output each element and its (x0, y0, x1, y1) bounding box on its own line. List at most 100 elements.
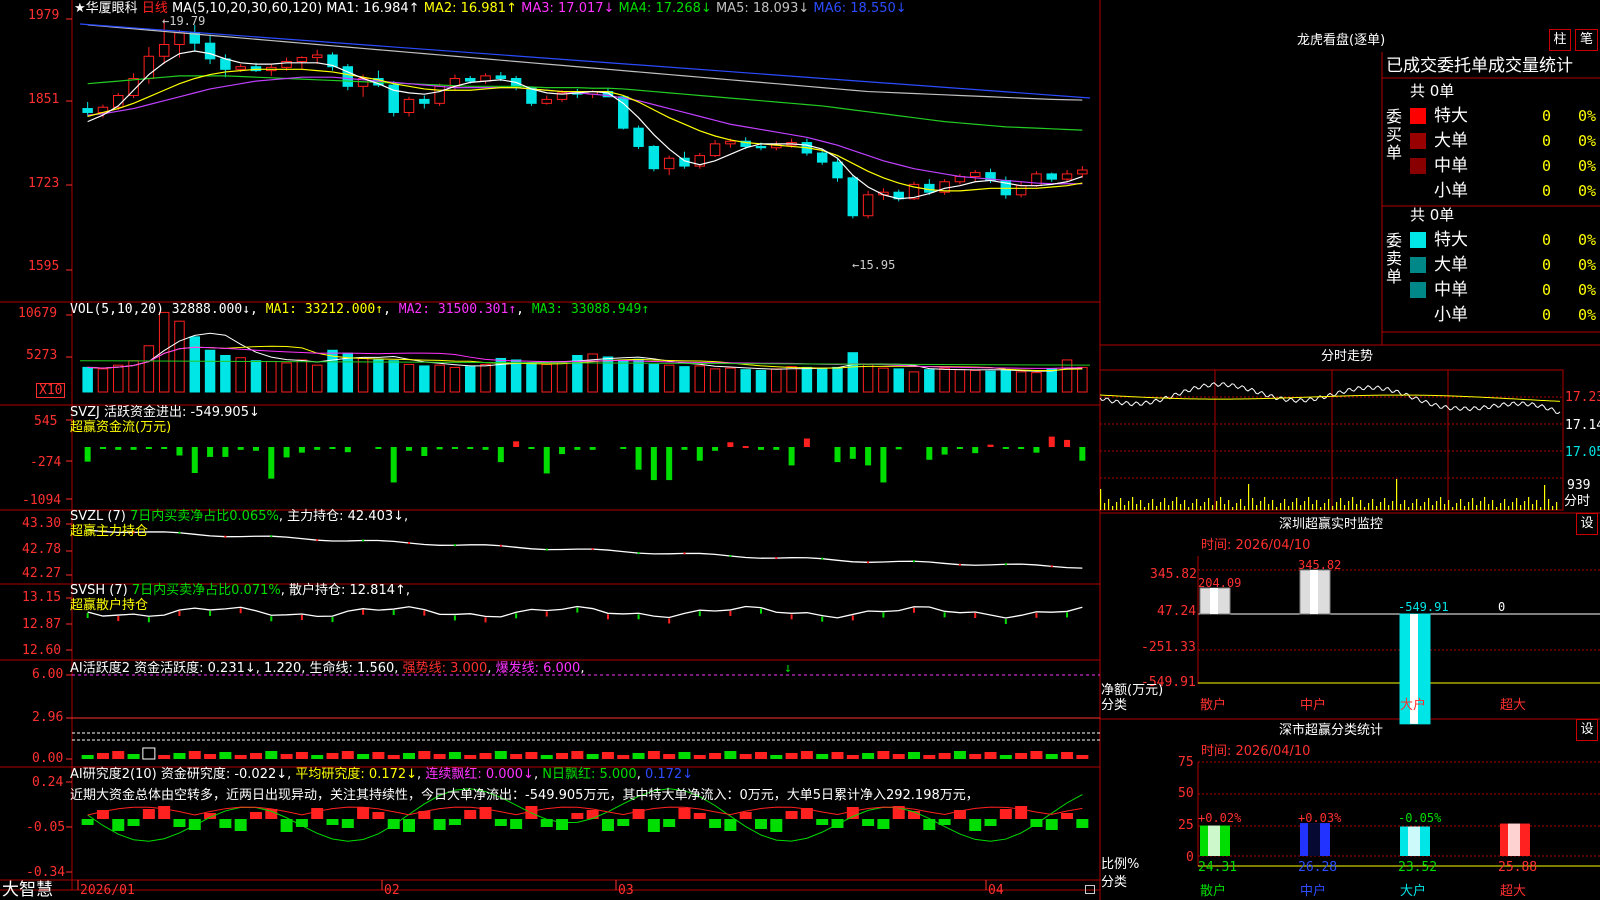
intraday-vol-bar (1396, 479, 1398, 510)
svzl-marker (499, 544, 502, 547)
svsh-marker (484, 617, 487, 623)
ai1-bar (923, 755, 936, 759)
svzl-marker (913, 560, 916, 563)
svzj-bar (497, 447, 504, 463)
intraday-vol-bar (1528, 497, 1530, 510)
intraday-vol-bar (1148, 503, 1150, 510)
intraday-vol-bar (1516, 498, 1518, 510)
intraday-vol-bar (1160, 502, 1162, 510)
ai1-bar (510, 754, 523, 759)
legend-swatch (1410, 133, 1426, 149)
svzj-bar (130, 447, 137, 450)
svzl-marker (270, 535, 273, 538)
ai1-bar (739, 754, 752, 759)
ai1-bar (479, 753, 492, 759)
svsh-marker (239, 608, 242, 614)
ai1-bar (984, 752, 997, 759)
volume-bar (618, 359, 629, 393)
svzj-bar (880, 447, 887, 483)
k-y-label-1: 1979 (28, 8, 60, 23)
szc-value-1: 26.28 (1298, 860, 1338, 875)
ai1-bar (754, 752, 767, 759)
szm-category-3: 超大 (1500, 698, 1527, 713)
ai2-bar (709, 819, 722, 828)
volume-bar (878, 367, 889, 393)
ai1-bar (540, 755, 553, 759)
intraday-vol-bar (1404, 500, 1406, 510)
ai1-bar (846, 755, 859, 759)
intraday-vol-bar (1372, 499, 1374, 510)
ai1-bar (1076, 755, 1089, 759)
szc-bar-highlight (1208, 825, 1220, 856)
candle-body (1046, 173, 1057, 180)
favorite-star-icon[interactable]: ★ (74, 1, 86, 16)
candle-body (969, 172, 981, 178)
vol-unit-badge[interactable]: X10 (36, 383, 66, 398)
svsh-marker (1066, 612, 1069, 618)
ai2-bar (464, 810, 477, 819)
intraday-vol-bar (1224, 504, 1226, 510)
intraday-vol-bar (1484, 497, 1486, 510)
ai1-bar (862, 753, 875, 759)
ai1-bar (693, 755, 706, 759)
szc-pct-1: +0.03% (1298, 811, 1342, 825)
intraday-vol-bar (1188, 507, 1190, 510)
svzj-bar (635, 447, 642, 470)
intraday-title: 分时走势 (1321, 349, 1374, 364)
svzj-bar (895, 447, 902, 450)
intraday-vol-bar (1464, 506, 1466, 510)
intraday-vol-bar (1348, 501, 1350, 510)
vol-title: VOL(5,10,20) (70, 302, 164, 317)
ai2-name: AI研究度2(10) (70, 767, 157, 782)
volume-bar (969, 369, 981, 393)
svzl-marker (408, 541, 411, 544)
svzj-bar (987, 444, 994, 447)
svzj-bar (283, 447, 290, 458)
sz-class-y-1: 75 (1178, 755, 1194, 770)
row-percent: 0% (1578, 132, 1597, 150)
intraday-vol-bar (1480, 501, 1482, 510)
svzj-bar (696, 447, 703, 461)
ai1-bar (586, 754, 599, 759)
candle-body (434, 85, 445, 104)
ai2-bar (249, 812, 262, 819)
stock-name: 华厦眼科 (85, 1, 138, 16)
sz-class-settings-button[interactable]: 设 (1576, 719, 1598, 741)
date-label-jan: 2026/01 (80, 883, 135, 898)
legend-swatch (1410, 257, 1426, 273)
sell-count: 共 0单 (1410, 206, 1455, 224)
ai2-bar (647, 819, 660, 832)
vol-header: VOL(5,10,20) 32888.000↓, MA1: 33212.000↑… (70, 302, 650, 317)
volume-bar (556, 361, 568, 393)
intraday-vol-bar (1376, 506, 1378, 510)
ma2-value: MA2: 16.981↑ (423, 1, 517, 16)
chart-canvas (0, 0, 1600, 900)
intraday-vol-bar (1120, 498, 1122, 510)
brand-logo[interactable]: 大智慧 (2, 880, 53, 900)
ai2-bar (754, 819, 767, 829)
ai2-y-label-3: -0.34 (26, 865, 66, 880)
row-label: 小单 (1434, 305, 1468, 325)
tick-view-button[interactable]: 笔 (1575, 29, 1598, 51)
lock-icon[interactable] (1085, 885, 1095, 894)
svsh-marker (545, 611, 548, 617)
svzj-y-label-2: -274 (30, 455, 62, 470)
ai1-bar (1030, 751, 1043, 759)
ai2-bar (341, 819, 354, 828)
svzj-bar (1064, 439, 1071, 447)
intraday-vol-bar (1232, 507, 1234, 510)
ai1-v3: 生命线: 1.560 (309, 661, 395, 676)
ai1-bar (265, 751, 278, 759)
ai1-bar (112, 751, 125, 759)
svzl-marker (224, 535, 227, 538)
intraday-vol-bar (1316, 500, 1318, 510)
intraday-vol-bar (1428, 498, 1430, 510)
svzj-title: SVZJ 活跃资金进出: -549.905↓ (70, 405, 260, 420)
ai1-y-label-2: 2.96 (32, 710, 64, 725)
svzj-subtitle: 超赢资金流(万元) (70, 420, 172, 435)
volume-bar (526, 362, 537, 393)
bar-view-button[interactable]: 柱 (1549, 29, 1571, 51)
sz-monitor-settings-button[interactable]: 设 (1576, 513, 1598, 535)
svsh-hold: 散户持仓: 12.814↑ (289, 583, 406, 598)
svzj-bar (1033, 447, 1040, 453)
